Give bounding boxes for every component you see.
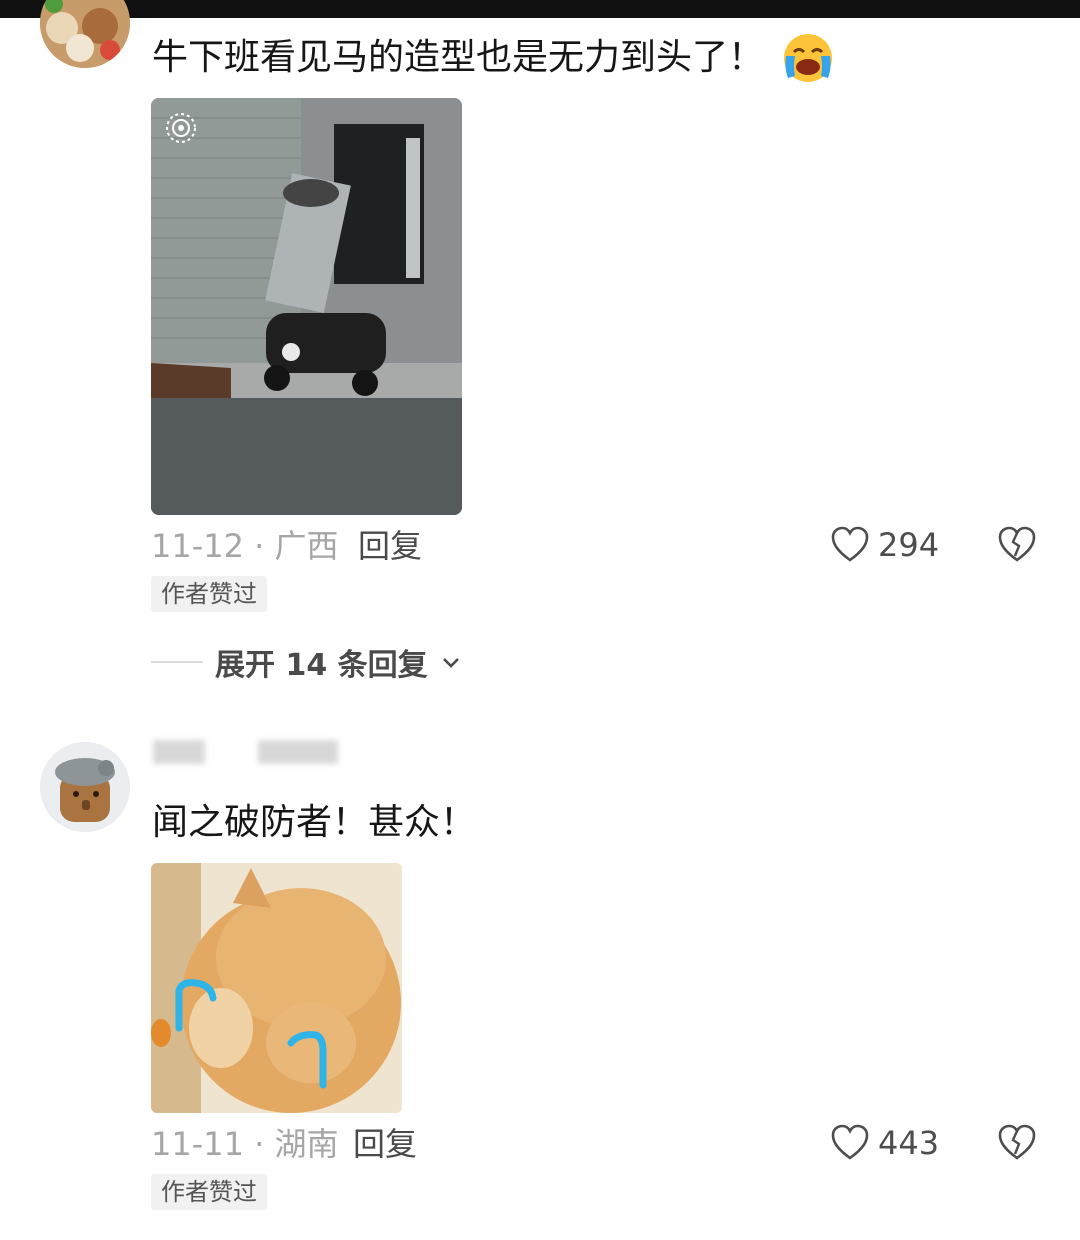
avatar-food-image — [40, 0, 130, 68]
blurred-username — [153, 740, 205, 764]
author-liked-badge: 作者赞过 — [151, 576, 267, 612]
avatar-capybara-image — [40, 742, 130, 832]
scooter-photo — [151, 98, 462, 515]
comment-date-location: 11-12 · 广西 — [151, 527, 339, 565]
avatar[interactable] — [40, 742, 130, 832]
broken-heart-icon[interactable] — [997, 525, 1037, 565]
reply-button[interactable]: 回复 — [353, 1124, 417, 1164]
heart-icon — [831, 526, 869, 562]
comment-text: 牛下班看见马的造型也是无力到头了！ — [152, 37, 765, 78]
reply-button[interactable]: 回复 — [358, 526, 422, 566]
like-button[interactable]: 443 — [830, 1123, 939, 1163]
status-bar — [0, 0, 1080, 18]
chevron-down-icon — [442, 658, 459, 668]
comment-image[interactable] — [151, 98, 462, 515]
expand-replies-label: 展开 14 条回复 — [215, 648, 428, 683]
like-count: 294 — [878, 526, 940, 564]
like-button[interactable]: 294 — [830, 525, 939, 565]
crying-cat-sticker — [151, 863, 402, 1113]
heart-icon — [831, 1124, 869, 1160]
comment-text: 闻之破防者！甚众！ — [152, 802, 477, 843]
divider-line — [151, 661, 203, 663]
broken-heart-icon[interactable] — [997, 1123, 1037, 1163]
like-count: 443 — [878, 1124, 940, 1162]
expand-replies-button[interactable]: 展开 14 条回复 — [151, 640, 462, 684]
blurred-username — [258, 740, 338, 764]
comment-image[interactable] — [151, 863, 402, 1113]
comment-date-location: 11-11 · 湖南 — [151, 1125, 339, 1163]
author-liked-badge: 作者赞过 — [151, 1174, 267, 1210]
loudly-crying-face-icon — [784, 34, 832, 82]
avatar[interactable] — [40, 0, 130, 68]
